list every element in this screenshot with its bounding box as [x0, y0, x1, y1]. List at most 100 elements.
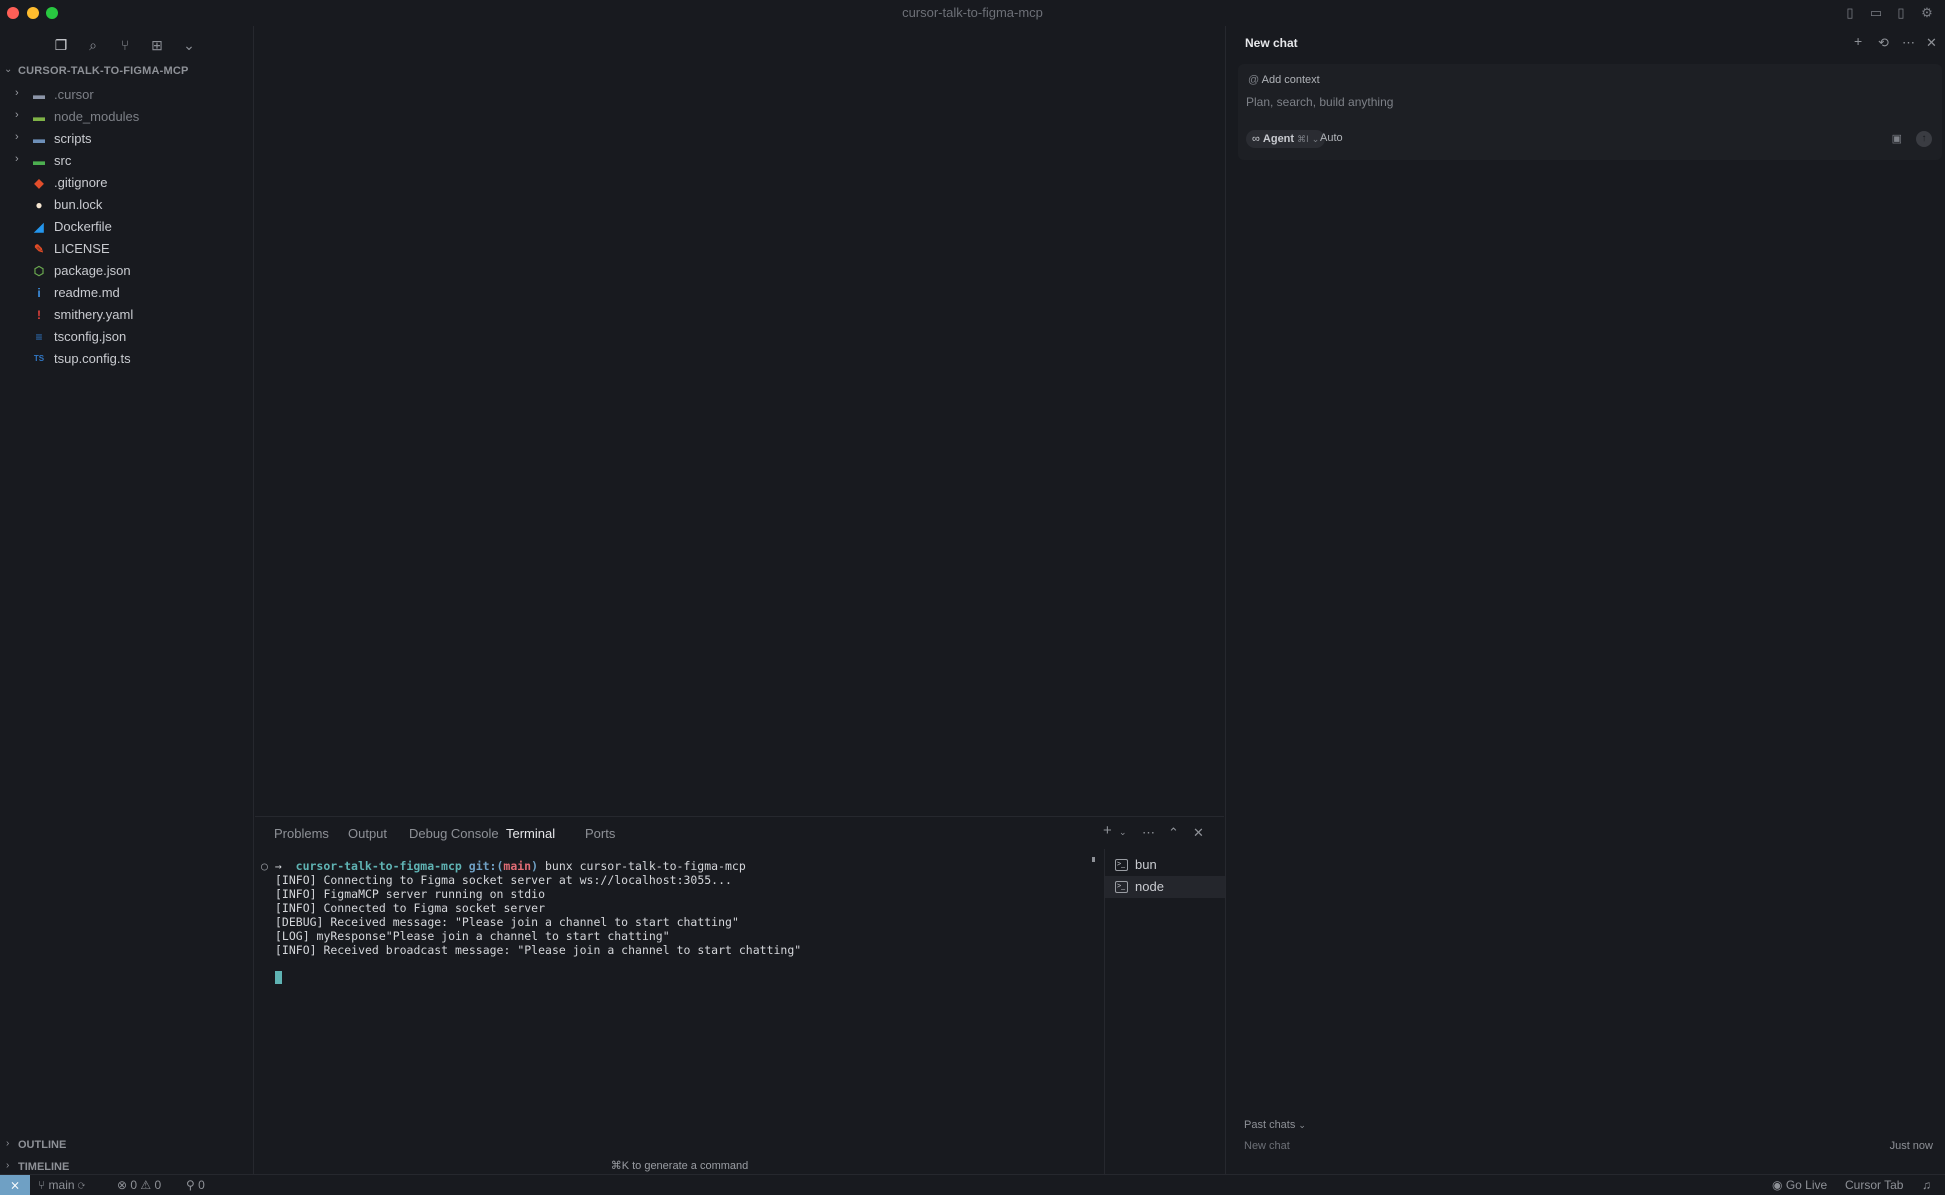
- prompt-git-prefix: git:(: [468, 859, 504, 873]
- infinity-icon: ∞: [1252, 133, 1263, 145]
- title-bar: cursor-talk-to-figma-mcp ▯ ▭ ▯ ⚙: [0, 0, 1945, 26]
- past-chats-toggle[interactable]: Past chats ⌄: [1244, 1119, 1306, 1131]
- at-icon: @: [1248, 74, 1262, 86]
- chevron-down-icon[interactable]: ⌄: [179, 35, 199, 55]
- chat-input[interactable]: Plan, search, build anything: [1246, 95, 1393, 109]
- terminal-line: [LOG] myResponse"Please join a channel t…: [275, 929, 670, 943]
- tree-item-label: src: [54, 153, 72, 168]
- chevron-down-icon[interactable]: ⌄: [4, 64, 12, 75]
- model-selector[interactable]: Auto: [1320, 132, 1343, 144]
- outline-section[interactable]: › OUTLINE: [0, 1135, 253, 1155]
- git-icon: ◆: [34, 176, 44, 190]
- ports-indicator[interactable]: ⚲ 0: [186, 1178, 205, 1192]
- new-chat-plus-icon[interactable]: +: [1854, 33, 1862, 49]
- file-item[interactable]: ● bun.lock: [0, 194, 253, 216]
- past-chat-item[interactable]: New chat: [1244, 1140, 1290, 1152]
- maximize-panel-icon[interactable]: ⌃: [1168, 825, 1179, 841]
- tab-output[interactable]: Output: [348, 826, 387, 841]
- search-icon[interactable]: ⌕: [83, 35, 103, 55]
- tree-item-label: bun.lock: [54, 197, 103, 212]
- prompt-status-icon: ○: [261, 859, 275, 873]
- close-panel-icon[interactable]: ✕: [1193, 825, 1204, 841]
- tab-ports[interactable]: Ports: [585, 826, 615, 841]
- file-item[interactable]: TS tsup.config.ts: [0, 348, 253, 370]
- file-item[interactable]: ✎ LICENSE: [0, 238, 253, 260]
- toggle-secondary-sidebar-icon[interactable]: ▯: [1893, 5, 1909, 21]
- chevron-right-icon: ›: [15, 87, 19, 99]
- go-live-label: Go Live: [1785, 1178, 1828, 1192]
- agent-label: Agent: [1262, 133, 1295, 145]
- sidebar: ❐ ⌕ ⑂ ⊞ ⌄ ⌄ CURSOR-TALK-TO-FIGMA-MCP › ▬.…: [0, 26, 254, 1174]
- folder-item[interactable]: › ▬ src: [0, 150, 253, 172]
- terminal-line: [INFO] Connected to Figma socket server: [275, 901, 546, 915]
- file-item[interactable]: ≡ tsconfig.json: [0, 326, 253, 348]
- new-terminal-plus-icon[interactable]: +: [1103, 822, 1112, 839]
- go-live-button[interactable]: ◉ Go Live: [1772, 1178, 1827, 1192]
- chat-composer[interactable]: @ Add context Plan, search, build anythi…: [1238, 64, 1942, 160]
- more-actions-icon[interactable]: ⋯: [1142, 825, 1155, 841]
- terminal-list: >_ bun >_ node: [1104, 849, 1225, 1175]
- branch-indicator[interactable]: ⑂ main ⟳: [38, 1178, 85, 1192]
- extensions-icon[interactable]: ⊞: [147, 35, 167, 55]
- toggle-sidebar-icon[interactable]: ▯: [1842, 5, 1858, 21]
- terminal-icon: >_: [1115, 859, 1128, 871]
- file-item[interactable]: i readme.md: [0, 282, 253, 304]
- file-item[interactable]: ⬡ package.json: [0, 260, 253, 282]
- tree-item-label: .gitignore: [54, 175, 108, 190]
- tab-debug-console[interactable]: Debug Console: [409, 826, 499, 841]
- tree-item-label: .cursor: [54, 87, 94, 102]
- source-control-icon[interactable]: ⑂: [115, 35, 135, 55]
- tab-terminal[interactable]: Terminal: [506, 826, 555, 841]
- explorer-root-title[interactable]: CURSOR-TALK-TO-FIGMA-MCP: [18, 65, 189, 77]
- error-count: 0: [130, 1178, 138, 1192]
- tree-item-label: Dockerfile: [54, 219, 112, 234]
- explorer-files-icon[interactable]: ❐: [51, 35, 71, 55]
- add-context-button[interactable]: @ Add context: [1248, 74, 1320, 86]
- terminal-scrollbar[interactable]: [1092, 857, 1095, 862]
- chevron-down-icon: ⌄: [1298, 1120, 1306, 1130]
- chevron-down-icon[interactable]: ⌄: [1119, 827, 1127, 838]
- file-item[interactable]: ! smithery.yaml: [0, 304, 253, 326]
- remote-indicator-icon[interactable]: ⨯: [0, 1175, 30, 1195]
- folder-item[interactable]: › ▬ scripts: [0, 128, 253, 150]
- close-chat-icon[interactable]: ✕: [1926, 35, 1937, 51]
- terminal-instance-label: node: [1135, 879, 1164, 894]
- more-options-icon[interactable]: ⋯: [1902, 35, 1915, 51]
- license-icon: ✎: [33, 242, 45, 256]
- file-item[interactable]: ◢ Dockerfile: [0, 216, 253, 238]
- send-button[interactable]: ↑: [1916, 131, 1932, 147]
- toggle-panel-icon[interactable]: ▭: [1868, 5, 1884, 21]
- prompt-command: bunx cursor-talk-to-figma-mcp: [544, 859, 746, 873]
- add-context-label: Add context: [1261, 74, 1320, 86]
- folder-item[interactable]: › ▬ node_modules: [0, 106, 253, 128]
- notifications-bell-icon[interactable]: ♫: [1922, 1178, 1931, 1192]
- warning-icon: ⚠: [140, 1178, 155, 1192]
- history-icon[interactable]: ⟲: [1878, 35, 1889, 51]
- antenna-icon: ⚲: [186, 1178, 199, 1192]
- terminal-instance-node[interactable]: >_ node: [1105, 876, 1225, 898]
- tree-item-label: LICENSE: [54, 241, 110, 256]
- terminal-icon: >_: [1115, 881, 1128, 893]
- image-attach-icon[interactable]: ▣: [1892, 132, 1902, 145]
- prompt-arrow: →: [274, 859, 282, 873]
- outline-label: OUTLINE: [18, 1139, 67, 1151]
- tree-item-label: readme.md: [54, 285, 120, 300]
- editor-area[interactable]: [255, 26, 1224, 816]
- tree-item-label: tsconfig.json: [54, 329, 127, 344]
- problems-indicator[interactable]: ⊗ 0 ⚠ 0: [117, 1178, 161, 1192]
- nodejs-icon: ⬡: [33, 264, 45, 278]
- file-item[interactable]: ◆ .gitignore: [0, 172, 253, 194]
- src-folder-icon: ▬: [33, 154, 45, 168]
- terminal-instance-label: bun: [1135, 857, 1157, 872]
- bun-icon: ●: [35, 198, 43, 212]
- past-chat-time: Just now: [1889, 1140, 1933, 1152]
- terminal-output[interactable]: ○ → cursor-talk-to-figma-mcp git:(main) …: [255, 849, 1104, 1175]
- folder-item[interactable]: › ▬ .cursor: [0, 84, 253, 106]
- settings-gear-icon[interactable]: ⚙: [1919, 5, 1935, 21]
- agent-shortcut: ⌘I: [1297, 134, 1309, 144]
- cursor-tab-button[interactable]: Cursor Tab: [1845, 1178, 1903, 1192]
- agent-mode-dropdown[interactable]: ∞ Agent ⌘I ⌄: [1246, 130, 1326, 148]
- tab-problems[interactable]: Problems: [274, 826, 329, 841]
- chat-panel: New chat + ⟲ ⋯ ✕ @ Add context Plan, sea…: [1225, 26, 1945, 1174]
- terminal-instance-bun[interactable]: >_ bun: [1105, 854, 1225, 876]
